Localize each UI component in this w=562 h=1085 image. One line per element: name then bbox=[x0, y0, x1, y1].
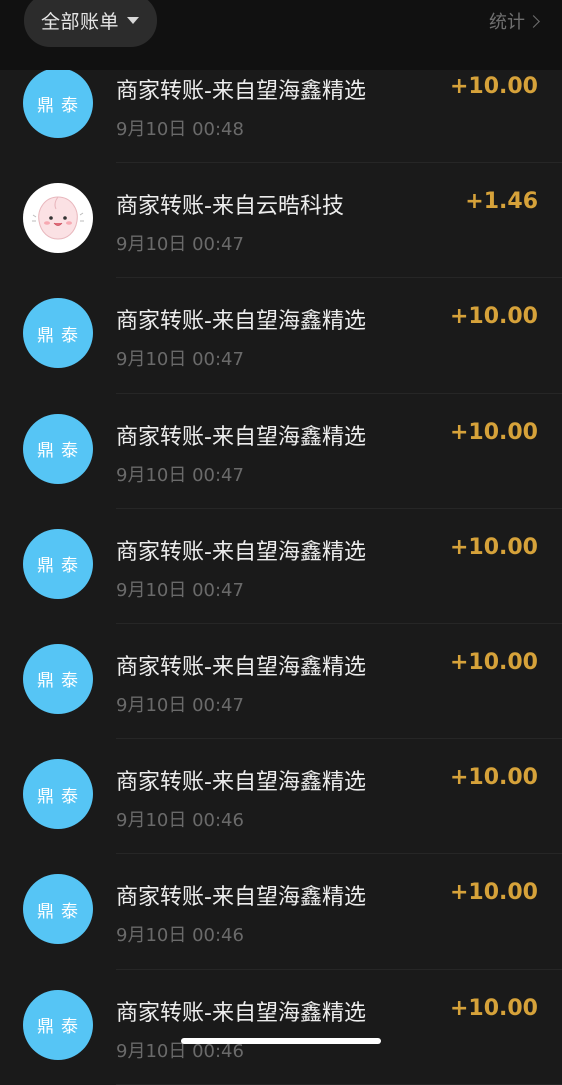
transaction-amount: +10.00 bbox=[449, 649, 538, 675]
transaction-amount: +10.00 bbox=[449, 304, 538, 330]
transaction-amount: +10.00 bbox=[449, 534, 538, 560]
transaction-list: 鼎泰 商家转账-来自望海鑫精选 9月10日 00:48 +10.00 商家转账-… bbox=[0, 48, 562, 1085]
merchant-avatar: 鼎泰 bbox=[23, 413, 93, 484]
merchant-avatar: 鼎泰 bbox=[23, 528, 93, 599]
transaction-title: 商家转账-来自望海鑫精选 bbox=[116, 424, 366, 450]
caret-down-icon bbox=[127, 17, 140, 24]
transaction-time: 9月10日 00:47 bbox=[116, 694, 244, 716]
transaction-time: 9月10日 00:47 bbox=[116, 464, 244, 486]
transaction-row[interactable]: 鼎泰 商家转账-来自望海鑫精选 9月10日 00:47 +10.00 bbox=[0, 509, 562, 625]
transaction-title: 商家转账-来自望海鑫精选 bbox=[116, 770, 366, 796]
transaction-amount: +10.00 bbox=[449, 765, 538, 791]
transaction-title: 商家转账-来自云晧科技 bbox=[116, 194, 344, 220]
transaction-time: 9月10日 00:46 bbox=[116, 810, 244, 832]
merchant-avatar: 鼎泰 bbox=[23, 874, 93, 945]
transaction-time: 9月10日 00:47 bbox=[116, 234, 244, 256]
transaction-title: 商家转账-来自望海鑫精选 bbox=[116, 309, 366, 335]
merchant-avatar: 鼎泰 bbox=[23, 68, 93, 138]
home-indicator[interactable] bbox=[181, 1038, 381, 1044]
transaction-row[interactable]: 鼎泰 商家转账-来自望海鑫精选 9月10日 00:46 +10.00 bbox=[0, 854, 562, 970]
transaction-title: 商家转账-来自望海鑫精选 bbox=[116, 654, 366, 680]
peach-cartoon-icon bbox=[23, 183, 93, 254]
merchant-avatar: 鼎泰 bbox=[23, 643, 93, 714]
all-bills-filter-button[interactable]: 全部账单 bbox=[24, 0, 157, 47]
transaction-row[interactable]: 商家转账-来自云晧科技 9月10日 00:47 +1.46 bbox=[0, 163, 562, 279]
transaction-row[interactable]: 鼎泰 商家转账-来自望海鑫精选 9月10日 00:47 +10.00 bbox=[0, 394, 562, 509]
transaction-amount: +10.00 bbox=[449, 880, 538, 906]
transaction-time: 9月10日 00:48 bbox=[116, 119, 244, 140]
filter-label: 全部账单 bbox=[41, 11, 120, 33]
transaction-title: 商家转账-来自望海鑫精选 bbox=[116, 1000, 366, 1026]
chevron-right-icon bbox=[527, 14, 540, 28]
transaction-amount: +10.00 bbox=[449, 995, 538, 1021]
transaction-title: 商家转账-来自望海鑫精选 bbox=[116, 79, 366, 104]
transaction-row[interactable]: 鼎泰 商家转账-来自望海鑫精选 9月10日 00:46 +10.00 bbox=[0, 739, 562, 855]
transaction-time: 9月10日 00:47 bbox=[116, 579, 244, 601]
transaction-title: 商家转账-来自望海鑫精选 bbox=[116, 539, 366, 565]
merchant-avatar: 鼎泰 bbox=[23, 989, 93, 1060]
transaction-row[interactable]: 鼎泰 商家转账-来自望海鑫精选 9月10日 00:47 +10.00 bbox=[0, 624, 562, 740]
transaction-title: 商家转账-来自望海鑫精选 bbox=[116, 885, 366, 911]
transaction-row[interactable]: 鼎泰 商家转账-来自望海鑫精选 9月10日 00:47 +10.00 bbox=[0, 278, 562, 394]
transaction-time: 9月10日 00:47 bbox=[116, 349, 244, 371]
transaction-time: 9月10日 00:46 bbox=[116, 925, 244, 947]
transaction-amount: +10.00 bbox=[449, 74, 538, 99]
transaction-amount: +1.46 bbox=[465, 189, 538, 215]
merchant-avatar: 鼎泰 bbox=[23, 298, 93, 369]
merchant-avatar: 鼎泰 bbox=[23, 759, 93, 830]
transaction-amount: +10.00 bbox=[449, 419, 538, 445]
statistics-button[interactable]: 统计 bbox=[489, 8, 540, 34]
top-bar: 全部账单 统计 bbox=[0, 0, 562, 70]
transaction-row[interactable]: 鼎泰 商家转账-来自望海鑫精选 9月10日 00:46 +10.00 bbox=[0, 970, 562, 1085]
statistics-label: 统计 bbox=[489, 12, 525, 33]
